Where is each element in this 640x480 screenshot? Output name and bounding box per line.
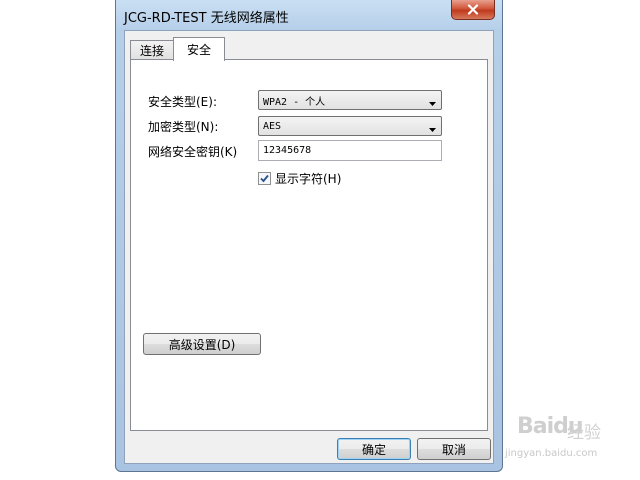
close-icon [467, 4, 479, 15]
watermark-cn: 经验 [567, 423, 601, 443]
checkmark-icon [260, 174, 269, 183]
dialog-client-area: 连接 安全 安全类型(E): WPA2 - 个人 加密类型(N): AES 网络… [124, 30, 494, 464]
encryption-type-select[interactable]: AES [258, 116, 442, 136]
baidu-watermark: Baidu 经验 jingyan.baidu.com [505, 408, 635, 468]
close-button[interactable] [451, 0, 495, 20]
chevron-down-icon [429, 124, 436, 135]
watermark-url: jingyan.baidu.com [505, 448, 598, 459]
window-title: JCG-RD-TEST 无线网络属性 [124, 11, 289, 26]
dialog-window: JCG-RD-TEST 无线网络属性 连接 安全 安全类型(E): WPA2 -… [115, 0, 503, 472]
security-type-label: 安全类型(E): [148, 95, 217, 109]
show-characters-label: 显示字符(H) [275, 172, 342, 186]
security-type-select[interactable]: WPA2 - 个人 [258, 90, 442, 110]
encryption-type-value: AES [263, 120, 282, 132]
network-key-value: 12345678 [263, 145, 312, 156]
security-type-value: WPA2 - 个人 [263, 96, 326, 108]
network-key-input[interactable]: 12345678 [258, 140, 442, 161]
chevron-down-icon [429, 98, 436, 109]
advanced-settings-button[interactable]: 高级设置(D) [143, 333, 261, 355]
network-key-label: 网络安全密钥(K) [148, 145, 238, 159]
encryption-type-label: 加密类型(N): [148, 120, 219, 134]
tab-security[interactable]: 安全 [173, 37, 225, 61]
security-tab-panel: 安全类型(E): WPA2 - 个人 加密类型(N): AES 网络安全密钥(K… [130, 59, 488, 431]
tab-connection[interactable]: 连接 [130, 40, 174, 60]
cancel-button[interactable]: 取消 [417, 438, 491, 460]
ok-button[interactable]: 确定 [337, 438, 411, 460]
show-characters-checkbox[interactable] [258, 172, 271, 185]
